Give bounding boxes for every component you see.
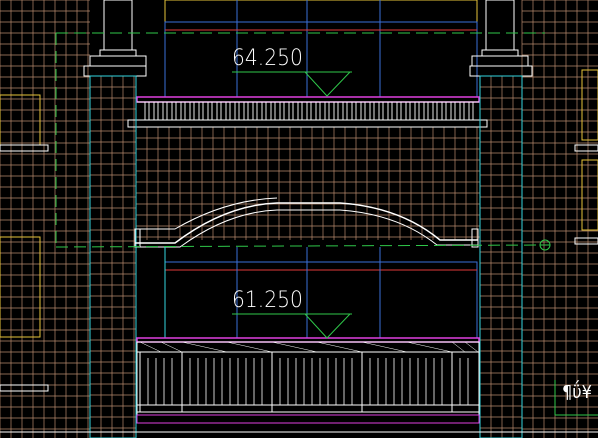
elevation-label-upper: 64.250 — [232, 46, 303, 71]
corner-annotation-text: ¶ΰ¥ — [562, 382, 592, 403]
elevation-label-lower: 61.250 — [232, 288, 303, 313]
